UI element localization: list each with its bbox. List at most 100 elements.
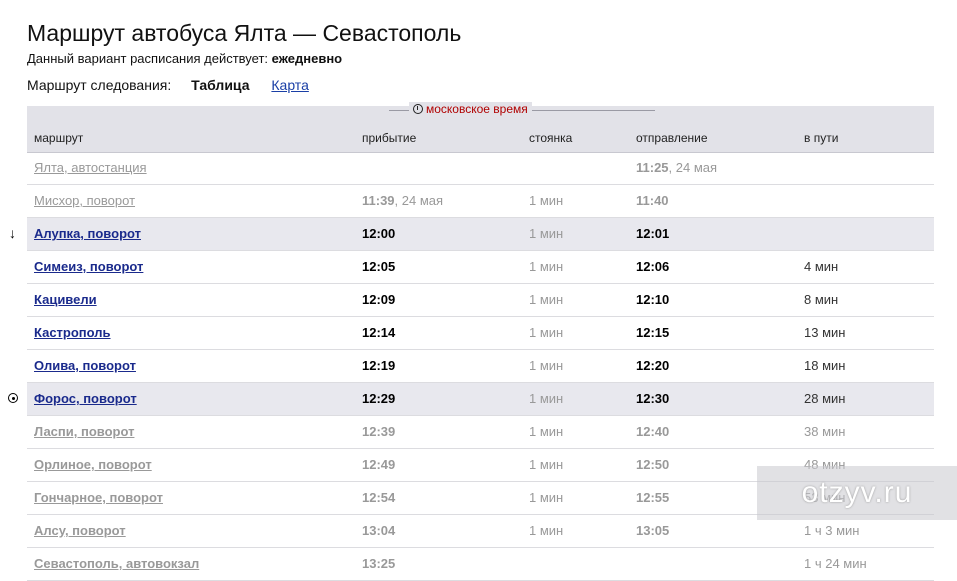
- table-row: Кастрополь 12:14 1 мин 12:15 13 мин: [27, 317, 934, 350]
- table-row: Севастополь, автовокзал 13:25 1 ч 24 мин: [27, 548, 934, 581]
- stop-name-cell: Кастрополь: [34, 325, 111, 340]
- table-header: московское время маршрут прибытие стоянк…: [27, 102, 934, 153]
- stop-link[interactable]: Гончарное, поворот: [34, 490, 163, 505]
- validity-value: ежедневно: [271, 51, 343, 66]
- stop-link[interactable]: Кацивели: [34, 292, 97, 307]
- travel-time: 38 мин: [804, 424, 846, 439]
- departure-time: 12:10: [636, 292, 670, 307]
- stop-name-cell: Ялта, автостанция: [34, 160, 147, 175]
- arrival-cell: 11:39, 24 мая: [362, 193, 443, 208]
- stop-link[interactable]: Симеиз, поворот: [34, 259, 143, 274]
- travel-time: 13 мин: [804, 325, 846, 340]
- arrival-cell: 12:39: [362, 424, 395, 439]
- travel-time: 28 мин: [804, 391, 846, 406]
- departure-cell: 12:20: [636, 358, 669, 373]
- timezone-bracket: московское время: [389, 102, 655, 127]
- departure-time: 12:50: [636, 457, 670, 472]
- arrival-cell: 12:54: [362, 490, 395, 505]
- travel-time: 8 мин: [804, 292, 839, 307]
- departure-cell: 12:30: [636, 391, 669, 406]
- travel-time: 4 мин: [804, 259, 839, 274]
- stop-link[interactable]: Севастополь, автовокзал: [34, 556, 199, 571]
- arrival-cell: 12:14: [362, 325, 395, 340]
- col-travel: в пути: [804, 131, 839, 145]
- travel-time: 1 ч 24 мин: [804, 556, 867, 571]
- departure-time: 12:55: [636, 490, 670, 505]
- col-stop: стоянка: [529, 131, 573, 145]
- departure-time: 11:25: [636, 160, 669, 175]
- stop-name-cell: Симеиз, поворот: [34, 259, 143, 274]
- validity-label: Данный вариант расписания действует:: [27, 51, 269, 66]
- departure-time: 12:06: [636, 259, 670, 274]
- stop-name-cell: Алсу, поворот: [34, 523, 126, 538]
- arrival-cell: 12:49: [362, 457, 395, 472]
- departure-cell: 11:25, 24 мая: [636, 160, 717, 175]
- departure-cell: 12:50: [636, 457, 669, 472]
- tab-table[interactable]: Таблица: [191, 77, 249, 93]
- view-switch: Маршрут следования: Таблица Карта: [27, 77, 309, 93]
- col-departure: отправление: [636, 131, 708, 145]
- stop-link[interactable]: Кастрополь: [34, 325, 111, 340]
- departure-cell: 12:10: [636, 292, 669, 307]
- stop-name-cell: Ласпи, поворот: [34, 424, 134, 439]
- arrival-cell: 12:29: [362, 391, 395, 406]
- stop-name-cell: Орлиное, поворот: [34, 457, 152, 472]
- stop-duration: 1 мин: [529, 292, 564, 307]
- stop-duration: 1 мин: [529, 259, 564, 274]
- arrival-time: 12:54: [362, 490, 396, 505]
- departure-time: 12:40: [636, 424, 670, 439]
- arrow-down-icon: ↓: [9, 225, 16, 241]
- stop-duration: 1 мин: [529, 226, 564, 241]
- stop-name-cell: Олива, поворот: [34, 358, 136, 373]
- stop-name-cell: Мисхор, поворот: [34, 193, 135, 208]
- arrival-time: 12:05: [362, 259, 396, 274]
- departure-cell: 12:06: [636, 259, 669, 274]
- stop-link[interactable]: Мисхор, поворот: [34, 193, 135, 208]
- arrival-time: 12:14: [362, 325, 396, 340]
- stop-duration: 1 мин: [529, 193, 564, 208]
- departure-time: 13:05: [636, 523, 670, 538]
- departure-cell: 12:40: [636, 424, 669, 439]
- stop-link[interactable]: Алупка, поворот: [34, 226, 141, 241]
- arrival-cell: 12:19: [362, 358, 395, 373]
- table-row: Олива, поворот 12:19 1 мин 12:20 18 мин: [27, 350, 934, 383]
- arrival-time: 12:29: [362, 391, 396, 406]
- arrival-date: , 24 мая: [394, 193, 444, 208]
- arrival-time: 12:49: [362, 457, 396, 472]
- departure-cell: 12:01: [636, 226, 669, 241]
- arrival-cell: 13:25: [362, 556, 395, 571]
- stop-duration: 1 мин: [529, 457, 564, 472]
- arrival-time: 12:19: [362, 358, 396, 373]
- stop-duration: 1 мин: [529, 325, 564, 340]
- arrival-cell: 12:09: [362, 292, 395, 307]
- stop-link[interactable]: Ялта, автостанция: [34, 160, 147, 175]
- col-route: маршрут: [34, 131, 84, 145]
- stop-link[interactable]: Орлиное, поворот: [34, 457, 152, 472]
- stop-link[interactable]: Форос, поворот: [34, 391, 137, 406]
- arrival-time: 12:00: [362, 226, 396, 241]
- tab-map-link[interactable]: Карта: [271, 77, 308, 93]
- travel-time: 18 мин: [804, 358, 846, 373]
- stop-name-cell: Алупка, поворот: [34, 226, 141, 241]
- stop-duration: 1 мин: [529, 391, 564, 406]
- departure-time: 12:15: [636, 325, 670, 340]
- arrival-cell: 12:05: [362, 259, 395, 274]
- table-row: Симеиз, поворот 12:05 1 мин 12:06 4 мин: [27, 251, 934, 284]
- clock-icon: [413, 104, 423, 114]
- table-row: Ласпи, поворот 12:39 1 мин 12:40 38 мин: [27, 416, 934, 449]
- departure-time: 11:40: [636, 193, 669, 208]
- stop-link[interactable]: Ласпи, поворот: [34, 424, 134, 439]
- departure-cell: 11:40: [636, 193, 669, 208]
- table-row: Кацивели 12:09 1 мин 12:10 8 мин: [27, 284, 934, 317]
- arrival-time: 12:39: [362, 424, 396, 439]
- departure-time: 12:20: [636, 358, 670, 373]
- stop-link[interactable]: Алсу, поворот: [34, 523, 126, 538]
- departure-date: , 24 мая: [668, 160, 718, 175]
- departure-cell: 13:05: [636, 523, 669, 538]
- stop-link[interactable]: Олива, поворот: [34, 358, 136, 373]
- watermark: otzyv.ru: [757, 466, 957, 520]
- departure-time: 12:30: [636, 391, 670, 406]
- timezone-text: московское время: [426, 102, 528, 116]
- stop-duration: 1 мин: [529, 424, 564, 439]
- stop-name-cell: Гончарное, поворот: [34, 490, 163, 505]
